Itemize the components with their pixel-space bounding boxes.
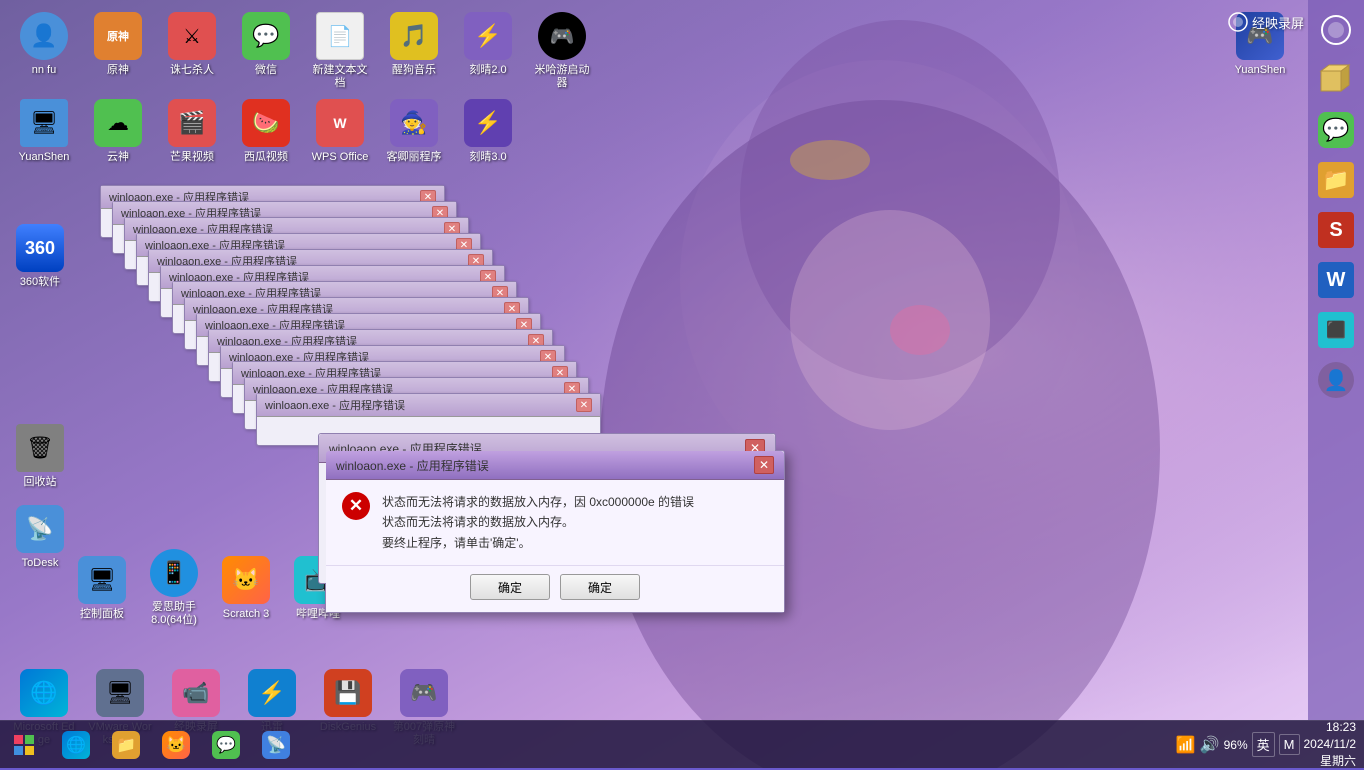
icon-label-yuanshen: 原神: [107, 64, 129, 77]
icon-label-yuanshen-tr: YuanShen: [1235, 64, 1286, 77]
main-error-line4: 要终止程序，请单击'确定'。: [382, 533, 694, 553]
icon-label-keqing2: 刻晴2.0: [469, 64, 506, 77]
wechat-sidebar-icon[interactable]: 💬: [1314, 108, 1358, 152]
screen-rec-icon[interactable]: [1314, 8, 1358, 52]
desktop-icon-control[interactable]: 🖥 控制面板: [70, 552, 134, 625]
icon-label-scratch: Scratch 3: [223, 608, 269, 621]
icon-label-remote: YuanShen: [19, 151, 70, 164]
desktop-icon-music[interactable]: 🎵 醒狗音乐: [378, 8, 450, 94]
desktop-icon-360[interactable]: 360 360软件: [8, 220, 72, 293]
qr-sidebar-icon[interactable]: ⬛: [1314, 308, 1358, 352]
cube-icon[interactable]: [1314, 58, 1358, 102]
desktop-icon-keqing3[interactable]: ⚡ 刻晴3.0: [452, 95, 524, 168]
main-dialog-title: winloaon.exe - 应用程序错误: [336, 457, 489, 474]
taskbar-explorer[interactable]: 📁: [102, 725, 150, 765]
desktop-icon-keqing2[interactable]: ⚡ 刻晴2.0: [452, 8, 524, 94]
stacked-title-1: winloaon.exe - 应用程序错误: [265, 397, 405, 413]
taskbar-time[interactable]: 18:23 2024/11/2 星期六: [1304, 719, 1357, 769]
taskbar-language[interactable]: 英: [1252, 732, 1275, 757]
icon-label-wps: WPS Office: [312, 151, 369, 164]
s-sidebar-icon[interactable]: S: [1314, 208, 1358, 252]
taskbar: 🌐 📁 🐱 💬 📡 📶 🔊 96% 英: [0, 720, 1364, 768]
icon-label-recycle: 回收站: [24, 476, 57, 489]
icon-label-mango: 芒果视频: [170, 151, 214, 164]
icon-label-music: 醒狗音乐: [392, 64, 436, 77]
error-icon-red: ✕: [342, 492, 370, 520]
time-display: 18:23: [1304, 719, 1357, 736]
date-display: 2024/11/2: [1304, 736, 1357, 753]
taskbar-scratch[interactable]: 🐱: [152, 725, 200, 765]
desktop-icon-aisi[interactable]: 📱 爱思助手 8.0(64位): [142, 545, 206, 631]
taskbar-input-method[interactable]: M: [1279, 734, 1300, 755]
desktop-icon-nn-fu[interactable]: 👤 nn fu: [8, 8, 80, 94]
w-sidebar-icon[interactable]: W: [1314, 258, 1358, 302]
main-ok-button[interactable]: 确定: [470, 574, 550, 600]
screen-recorder-text: 经映录屏: [1252, 13, 1304, 32]
desktop-icon-zhuzhasaren[interactable]: ⚔ 诛七杀人: [156, 8, 228, 94]
taskbar-apps: 🌐 📁 🐱 💬 📡: [48, 725, 1168, 765]
right-sidebar: 💬 📁 S W ⬛ 👤: [1308, 0, 1364, 720]
icon-label-zhasaren: 诛七杀人: [170, 64, 214, 77]
icon-label-nn-fu: nn fu: [32, 64, 56, 77]
desktop-icon-mihayou[interactable]: 🎮 米哈游启动器: [526, 8, 598, 94]
desktop-icon-recycle[interactable]: 🗑 回收站: [8, 420, 72, 493]
taskbar-edge[interactable]: 🌐: [52, 725, 100, 765]
desktop: 👤 nn fu 原神 原神 ⚔ 诛七杀人 💬 微信: [0, 0, 1364, 768]
desktop-icon-xigua[interactable]: 🍉 西瓜视频: [230, 95, 302, 168]
icon-label-keqing3: 刻晴3.0: [469, 151, 506, 164]
desktop-icon-textdoc[interactable]: 📄 新建文本文档: [304, 8, 376, 94]
avatar-sidebar-icon[interactable]: 👤: [1314, 358, 1358, 402]
icon-label-textdoc: 新建文本文档: [308, 64, 372, 90]
taskbar-right-area: 📶 🔊 96% 英 M 18:23 2024/11/2 星期六: [1168, 719, 1364, 769]
desktop-icon-mango[interactable]: 🎬 芒果视频: [156, 95, 228, 168]
main-error-dialog[interactable]: winloaon.exe - 应用程序错误 ✕ ✕ 0x00C21FE5 指定引…: [325, 450, 785, 613]
taskbar-sound-icon[interactable]: 🔊: [1200, 735, 1220, 755]
desktop-icon-keqingli[interactable]: 🧙 客卿丽程序: [378, 95, 450, 168]
desktop-icon-wps[interactable]: W WPS Office: [304, 95, 376, 168]
taskbar-network-icon[interactable]: 📶: [1176, 735, 1196, 755]
main-error-line2b: 状态而无法将请求的数据放入内存，因 0xc000000e 的错误: [382, 492, 694, 512]
icon-label-mihayou: 米哈游启动器: [530, 64, 594, 90]
taskbar-wechat[interactable]: 💬: [202, 725, 250, 765]
icon-label-todesk: ToDesk: [22, 557, 59, 570]
main-error-line3b: 状态而无法将请求的数据放入内存。: [382, 512, 694, 532]
taskbar-todesk[interactable]: 📡: [252, 725, 300, 765]
desktop-icon-todesk[interactable]: 📡 ToDesk: [8, 501, 72, 574]
folder-sidebar-icon[interactable]: 📁: [1314, 158, 1358, 202]
desktop-icon-remote[interactable]: 🖥 YuanShen: [8, 95, 80, 168]
icon-label-aisi: 爱思助手 8.0(64位): [146, 601, 202, 627]
icon-label-keqingli: 客卿丽程序: [387, 151, 442, 164]
screen-recorder-label: 经映录屏: [1228, 12, 1304, 32]
desktop-icon-yunshen[interactable]: ☁ 云神: [82, 95, 154, 168]
weekday-display: 星期六: [1304, 753, 1357, 770]
icon-label-yunshen: 云神: [107, 151, 129, 164]
taskbar-battery: 96%: [1224, 738, 1248, 752]
icon-label-360: 360软件: [20, 276, 60, 289]
desktop-icon-weixin[interactable]: 💬 微信: [230, 8, 302, 94]
main-close-button[interactable]: ✕: [754, 456, 774, 474]
icon-label-weixin: 微信: [255, 64, 277, 77]
error-dialog-stack: winloaon.exe - 应用程序错误 ✕ winloaon.exe - 应…: [100, 185, 460, 465]
icon-label-xigua: 西瓜视频: [244, 151, 288, 164]
desktop-icon-yuanshen[interactable]: 原神 原神: [82, 8, 154, 94]
main-ok-button2[interactable]: 确定: [560, 574, 640, 600]
icon-label-control: 控制面板: [80, 608, 124, 621]
desktop-icon-scratch[interactable]: 🐱 Scratch 3: [214, 552, 278, 625]
taskbar-start-button[interactable]: [0, 721, 48, 769]
